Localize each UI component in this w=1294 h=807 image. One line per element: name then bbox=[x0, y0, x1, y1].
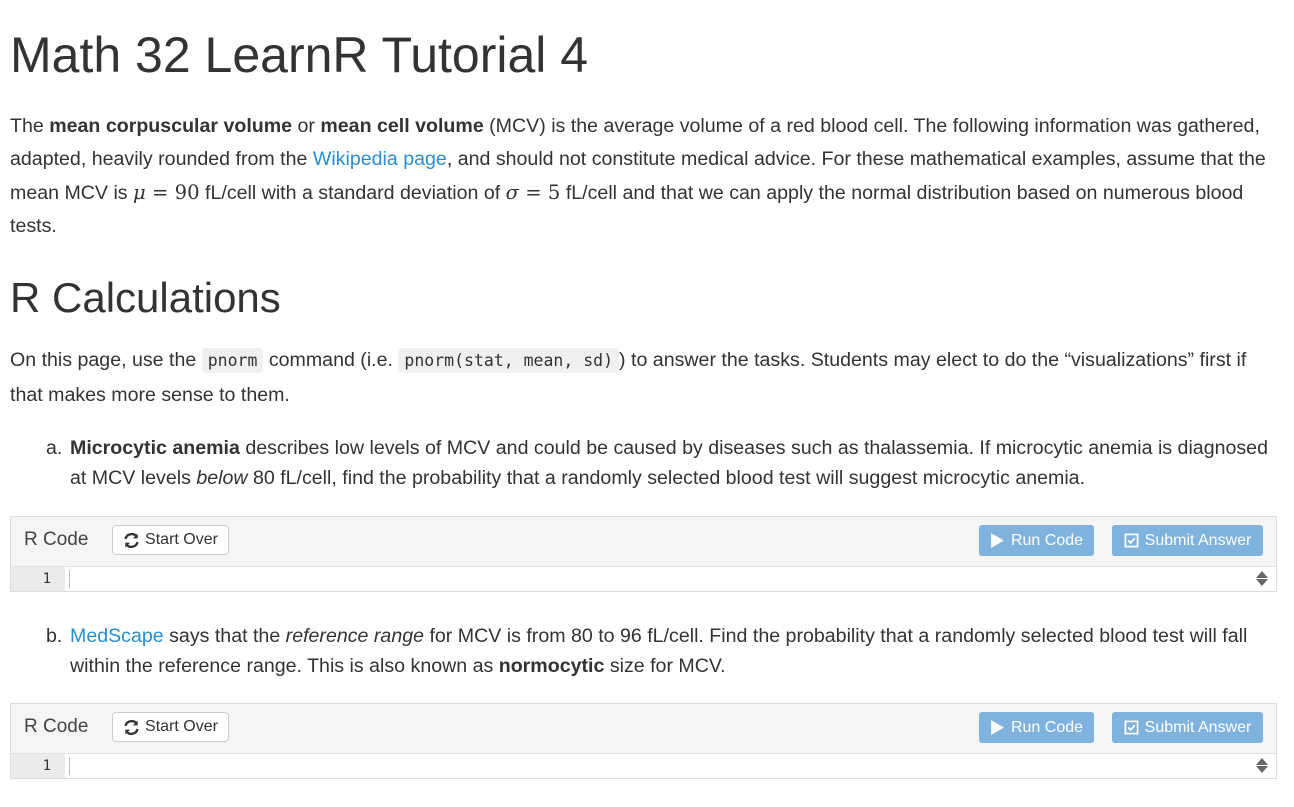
run-code-button[interactable]: Run Code bbox=[979, 712, 1094, 743]
checkbox-check-icon bbox=[1124, 720, 1139, 735]
exercise-header: R Code Start Over Run Code Submit Answer bbox=[11, 704, 1276, 754]
refresh-icon bbox=[124, 532, 139, 548]
section-heading: R Calculations bbox=[10, 274, 281, 321]
play-icon bbox=[991, 720, 1004, 735]
start-over-button[interactable]: Start Over bbox=[112, 525, 229, 555]
code-editor[interactable]: 1 bbox=[11, 754, 1276, 778]
submit-answer-button[interactable]: Submit Answer bbox=[1112, 525, 1263, 556]
submit-answer-button[interactable]: Submit Answer bbox=[1112, 712, 1263, 743]
intro-paragraph: The mean corpuscular volume or mean cell… bbox=[10, 115, 1266, 237]
line-number: 1 bbox=[11, 754, 65, 778]
exercise-panel-a: R Code Start Over Run Code Submit Answer… bbox=[10, 516, 1277, 592]
resize-spinner-icon[interactable] bbox=[1256, 570, 1268, 588]
medscape-link[interactable]: MedScape bbox=[70, 625, 164, 647]
code-pnorm-signature: pnorm(stat, mean, sd) bbox=[398, 348, 620, 373]
list-marker: a. bbox=[46, 437, 63, 459]
code-pnorm: pnorm bbox=[201, 348, 264, 373]
start-over-button[interactable]: Start Over bbox=[112, 712, 229, 742]
text-cursor bbox=[69, 570, 70, 588]
code-editor[interactable]: 1 bbox=[11, 567, 1276, 591]
task-item-b: b. MedScape says that the reference rang… bbox=[46, 621, 1276, 681]
run-code-button[interactable]: Run Code bbox=[979, 525, 1094, 556]
mu-equation: μ = 90 bbox=[133, 181, 200, 204]
list-marker: b. bbox=[46, 625, 63, 647]
wikipedia-link[interactable]: Wikipedia page bbox=[313, 148, 447, 170]
task-item-a: a. Microcytic anemia describes low level… bbox=[46, 433, 1276, 493]
play-icon bbox=[991, 533, 1004, 548]
refresh-icon bbox=[124, 719, 139, 735]
term-mean-cell-volume: mean cell volume bbox=[320, 115, 484, 137]
line-number: 1 bbox=[11, 567, 65, 591]
checkbox-check-icon bbox=[1124, 533, 1139, 548]
exercise-label: R Code bbox=[24, 529, 89, 550]
term-mcv: mean corpuscular volume bbox=[49, 115, 293, 137]
exercise-header: R Code Start Over Run Code Submit Answer bbox=[11, 517, 1276, 567]
instructions-paragraph: On this page, use the pnorm command (i.e… bbox=[10, 348, 1247, 406]
sigma-equation: σ = 5 bbox=[505, 181, 561, 204]
exercise-panel-b: R Code Start Over Run Code Submit Answer… bbox=[10, 703, 1277, 779]
text-cursor bbox=[69, 757, 70, 775]
exercise-label: R Code bbox=[24, 716, 89, 737]
page-title: Math 32 LearnR Tutorial 4 bbox=[10, 27, 589, 83]
resize-spinner-icon[interactable] bbox=[1256, 757, 1268, 775]
